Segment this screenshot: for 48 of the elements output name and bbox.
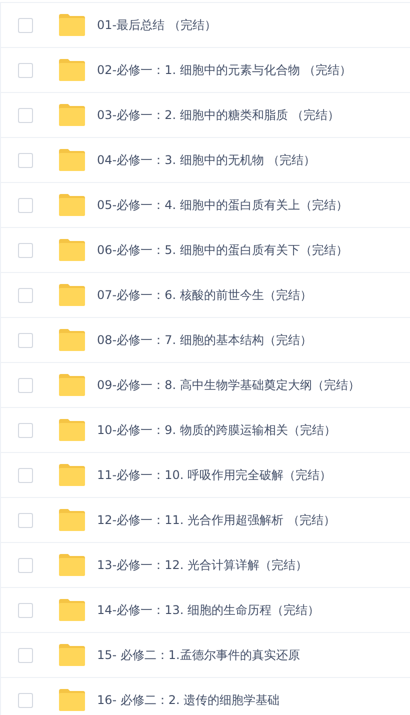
checkbox[interactable] [18, 648, 33, 662]
folder-icon [59, 419, 85, 441]
folder-name[interactable]: 05-必修一：4. 细胞中的蛋白质有关上（完结） [97, 196, 348, 214]
folder-name[interactable]: 07-必修一：6. 核酸的前世今生（完结） [97, 286, 312, 304]
folder-name[interactable]: 13-必修一：12. 光合计算详解（完结） [97, 556, 308, 574]
folder-icon [59, 149, 85, 171]
checkbox[interactable] [18, 692, 33, 708]
folder-name[interactable]: 06-必修一：5. 细胞中的蛋白质有关下（完结） [97, 242, 348, 258]
folder-icon [59, 599, 85, 621]
folder-name[interactable]: 12-必修一：11. 光合作用超强解析 （完结） [97, 512, 336, 528]
folder-icon [59, 104, 85, 126]
folder-icon [59, 59, 85, 81]
checkbox[interactable] [18, 108, 33, 122]
folder-name[interactable]: 10-必修一：9. 物质的跨膜运输相关（完结） [97, 422, 336, 438]
folder-icon [59, 284, 85, 306]
folder-icon [59, 329, 85, 351]
folder-icon [59, 689, 85, 711]
folder-icon [59, 14, 85, 36]
folder-icon [59, 509, 85, 531]
folder-name[interactable]: 15- 必修二：1.孟德尔事件的真实还原 [97, 646, 300, 664]
checkbox[interactable] [18, 332, 33, 348]
folder-icon [59, 194, 85, 216]
checkbox[interactable] [18, 602, 33, 618]
checkbox[interactable] [18, 378, 33, 392]
folder-name[interactable]: 04-必修一：3. 细胞中的无机物 （完结） [97, 152, 316, 168]
checkbox[interactable] [18, 62, 33, 78]
folder-name[interactable]: 11-必修一：10. 呼吸作用完全破解（完结） [97, 466, 332, 484]
folder-name[interactable]: 03-必修一：2. 细胞中的糖类和脂质 （完结） [97, 106, 340, 124]
folder-name[interactable]: 01-最后总结 （完结） [97, 16, 216, 34]
checkbox[interactable] [18, 288, 33, 302]
folder-icon [59, 464, 85, 486]
folder-icon [59, 239, 85, 261]
checkbox[interactable] [18, 558, 33, 572]
checkbox[interactable] [18, 152, 33, 168]
checkbox[interactable] [18, 198, 33, 212]
checkbox[interactable] [18, 512, 33, 528]
folder-name[interactable]: 02-必修一：1. 细胞中的元素与化合物 （完结） [97, 62, 352, 78]
folder-icon [59, 374, 85, 396]
checkbox[interactable] [18, 422, 33, 438]
checkbox[interactable] [18, 242, 33, 258]
folder-icon [59, 554, 85, 576]
folder-name[interactable]: 08-必修一：7. 细胞的基本结构（完结） [97, 332, 312, 348]
folder-name[interactable]: 16- 必修二：2. 遗传的细胞学基础 [97, 692, 280, 708]
folder-icon [59, 644, 85, 666]
folder-name[interactable]: 09-必修一：8. 高中生物学基础奠定大纲（完结） [97, 376, 360, 394]
checkbox[interactable] [18, 468, 33, 482]
checkbox[interactable] [18, 18, 33, 32]
folder-name[interactable]: 14-必修一：13. 细胞的生命历程（完结） [97, 602, 320, 618]
